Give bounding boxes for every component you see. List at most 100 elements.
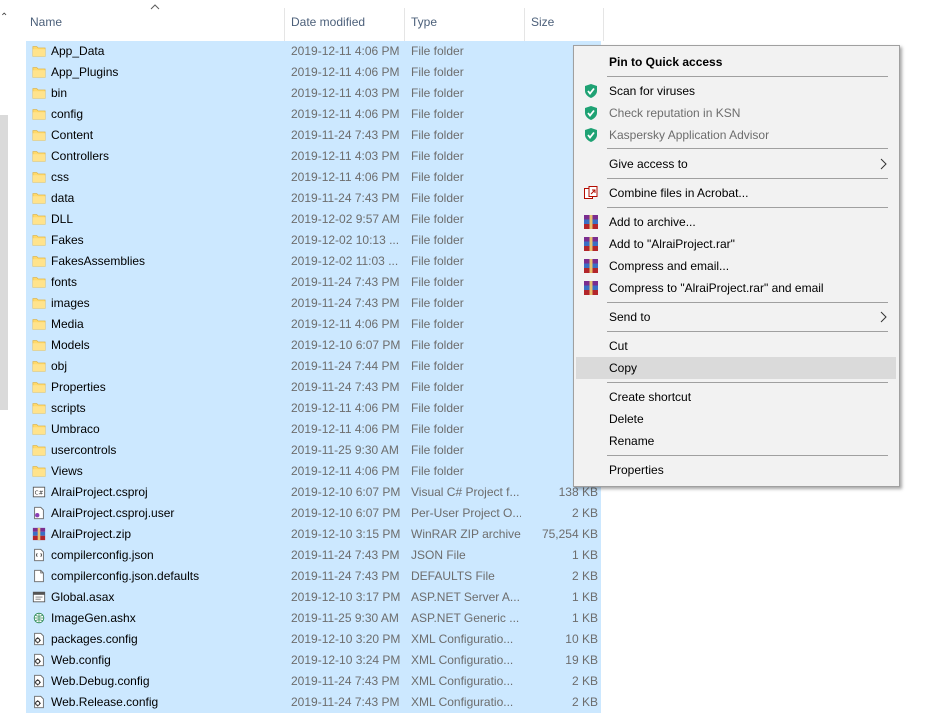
file-size: 2 KB [571,569,598,583]
file-row[interactable]: AlraiProject.csproj.user 2019-12-10 6:07 … [26,503,601,524]
file-name: packages.config [51,632,138,646]
column-divider[interactable] [284,8,285,41]
menu-item-label: Send to [609,310,651,324]
file-row[interactable]: ImageGen.ashx 2019-11-25 9:30 AM ASP.NET G… [26,608,601,629]
file-type: File folder [411,464,464,478]
menu-item-label: Add to archive... [609,215,696,229]
file-row[interactable]: Views 2019-12-11 4:06 PM File folder [26,461,601,482]
column-header-type[interactable]: Type [411,0,437,41]
menu-item-label: Compress and email... [609,259,730,273]
column-divider[interactable] [603,8,604,41]
menu-item-copy[interactable]: Copy [576,357,896,379]
file-type: File folder [411,65,464,79]
file-row[interactable]: css 2019-12-11 4:06 PM File folder [26,167,601,188]
column-header-size[interactable]: Size [531,0,554,41]
file-type: ASP.NET Generic ... [411,611,520,625]
menu-item-create-shortcut[interactable]: Create shortcut [576,386,896,408]
file-type: File folder [411,149,464,163]
menu-item-delete[interactable]: Delete [576,408,896,430]
file-row[interactable]: Controllers 2019-12-11 4:03 PM File folder [26,146,601,167]
menu-item-compress-and-email[interactable]: Compress and email... [576,255,896,277]
file-name: App_Plugins [51,65,119,79]
file-row[interactable]: scripts 2019-12-11 4:06 PM File folder [26,398,601,419]
file-date-modified: 2019-12-10 3:15 PM [291,527,401,541]
file-row[interactable]: data 2019-11-24 7:43 PM File folder [26,188,601,209]
file-row[interactable]: fonts 2019-11-24 7:43 PM File folder [26,272,601,293]
file-row[interactable]: Web.config 2019-12-10 3:24 PM XML Configur… [26,650,601,671]
file-row[interactable]: Fakes 2019-12-02 10:13 ... File folder [26,230,601,251]
column-header-name[interactable]: Name [30,0,62,41]
file-row[interactable]: Properties 2019-11-24 7:43 PM File folder [26,377,601,398]
file-row[interactable]: bin 2019-12-11 4:03 PM File folder [26,83,601,104]
file-row[interactable]: images 2019-11-24 7:43 PM File folder [26,293,601,314]
menu-item-label: Check reputation in KSN [609,106,741,120]
file-row[interactable]: DLL 2019-12-02 9:57 AM File folder [26,209,601,230]
file-date-modified: 2019-11-24 7:43 PM [291,296,400,310]
menu-separator [607,207,888,208]
folder-icon [32,214,46,225]
file-name: obj [51,359,68,373]
menu-separator [607,302,888,303]
file-row[interactable]: Web.Debug.config 2019-11-24 7:43 PM XML Co… [26,671,601,692]
menu-item-label: Delete [609,412,644,426]
menu-item-label: Pin to Quick access [609,55,723,69]
menu-item-label: Add to "AlraiProject.rar" [609,237,735,251]
file-name: Umbraco [51,422,100,436]
file-type: Visual C# Project f... [411,485,520,499]
file-row[interactable]: AlraiProject.zip 2019-12-10 3:15 PM WinRAR… [26,524,601,545]
file-date-modified: 2019-12-11 4:06 PM [291,107,400,121]
file-row[interactable]: App_Data 2019-12-11 4:06 PM File folder [26,41,601,62]
menu-item-properties[interactable]: Properties [576,459,896,481]
file-date-modified: 2019-11-24 7:43 PM [291,275,400,289]
menu-item-scan-for-viruses[interactable]: Scan for viruses [576,80,896,102]
navigation-scrollbar[interactable] [0,115,8,410]
file-name: App_Data [51,44,105,58]
menu-item-send-to[interactable]: Send to [576,306,896,328]
file-size: 1 KB [571,611,598,625]
file-row[interactable]: usercontrols 2019-11-25 9:30 AM File folde… [26,440,601,461]
file-row[interactable]: Umbraco 2019-12-11 4:06 PM File folder [26,419,601,440]
menu-item-compress-to-rar-and-email[interactable]: Compress to "AlraiProject.rar" and email [576,277,896,299]
file-row[interactable]: FakesAssemblies 2019-12-02 11:03 ... File … [26,251,601,272]
file-row[interactable]: Content 2019-11-24 7:43 PM File folder [26,125,601,146]
menu-item-add-to-archive[interactable]: Add to archive... [576,211,896,233]
file-row[interactable]: config 2019-12-11 4:06 PM File folder [26,104,601,125]
file-type: File folder [411,359,464,373]
file-type: File folder [411,380,464,394]
folder-icon [32,172,46,183]
menu-item-add-to-rar[interactable]: Add to "AlraiProject.rar" [576,233,896,255]
nav-collapse-icon[interactable]: ⌃ [0,12,8,23]
file-row[interactable]: packages.config 2019-12-10 3:20 PM XML Con… [26,629,601,650]
file-date-modified: 2019-12-10 6:07 PM [291,506,401,520]
file-size: 10 KB [565,632,598,646]
file-row[interactable]: App_Plugins 2019-12-11 4:06 PM File folder [26,62,601,83]
kaspersky-shield-icon [585,106,597,120]
menu-item-give-access-to[interactable]: Give access to [576,153,896,175]
file-type: JSON File [411,548,466,562]
file-row[interactable]: Web.Release.config 2019-11-24 7:43 PM XML … [26,692,601,713]
chevron-right-icon [880,158,887,170]
file-date-modified: 2019-11-25 9:30 AM [291,443,399,457]
file-row[interactable]: Global.asax 2019-12-10 3:17 PM ASP.NET Ser… [26,587,601,608]
file-row[interactable]: compilerconfig.json.defaults 2019-11-24 7… [26,566,601,587]
file-name: AlraiProject.zip [51,527,132,541]
file-type: File folder [411,212,464,226]
menu-item-pin-to-quick-access[interactable]: Pin to Quick access [576,51,896,73]
file-row[interactable]: Media 2019-12-11 4:06 PM File folder [26,314,601,335]
column-divider[interactable] [524,8,525,41]
file-row[interactable]: compilerconfig.json 2019-11-24 7:43 PM JSO… [26,545,601,566]
folder-icon [32,109,46,120]
winrar-icon [584,281,598,295]
file-type: File folder [411,128,464,142]
file-row[interactable]: Models 2019-12-10 6:07 PM File folder [26,335,601,356]
column-header-date-modified[interactable]: Date modified [291,0,365,41]
menu-item-label: Copy [609,361,638,375]
menu-item-cut[interactable]: Cut [576,335,896,357]
menu-item-rename[interactable]: Rename [576,430,896,452]
menu-item-combine-in-acrobat[interactable]: Combine files in Acrobat... [576,182,896,204]
column-divider[interactable] [404,8,405,41]
file-date-modified: 2019-12-02 11:03 ... [291,254,399,268]
file-row[interactable]: C# AlraiProject.csproj 2019-12-10 6:07 PM V… [26,482,601,503]
file-row[interactable]: obj 2019-11-24 7:44 PM File folder [26,356,601,377]
folder-icon [32,256,46,267]
